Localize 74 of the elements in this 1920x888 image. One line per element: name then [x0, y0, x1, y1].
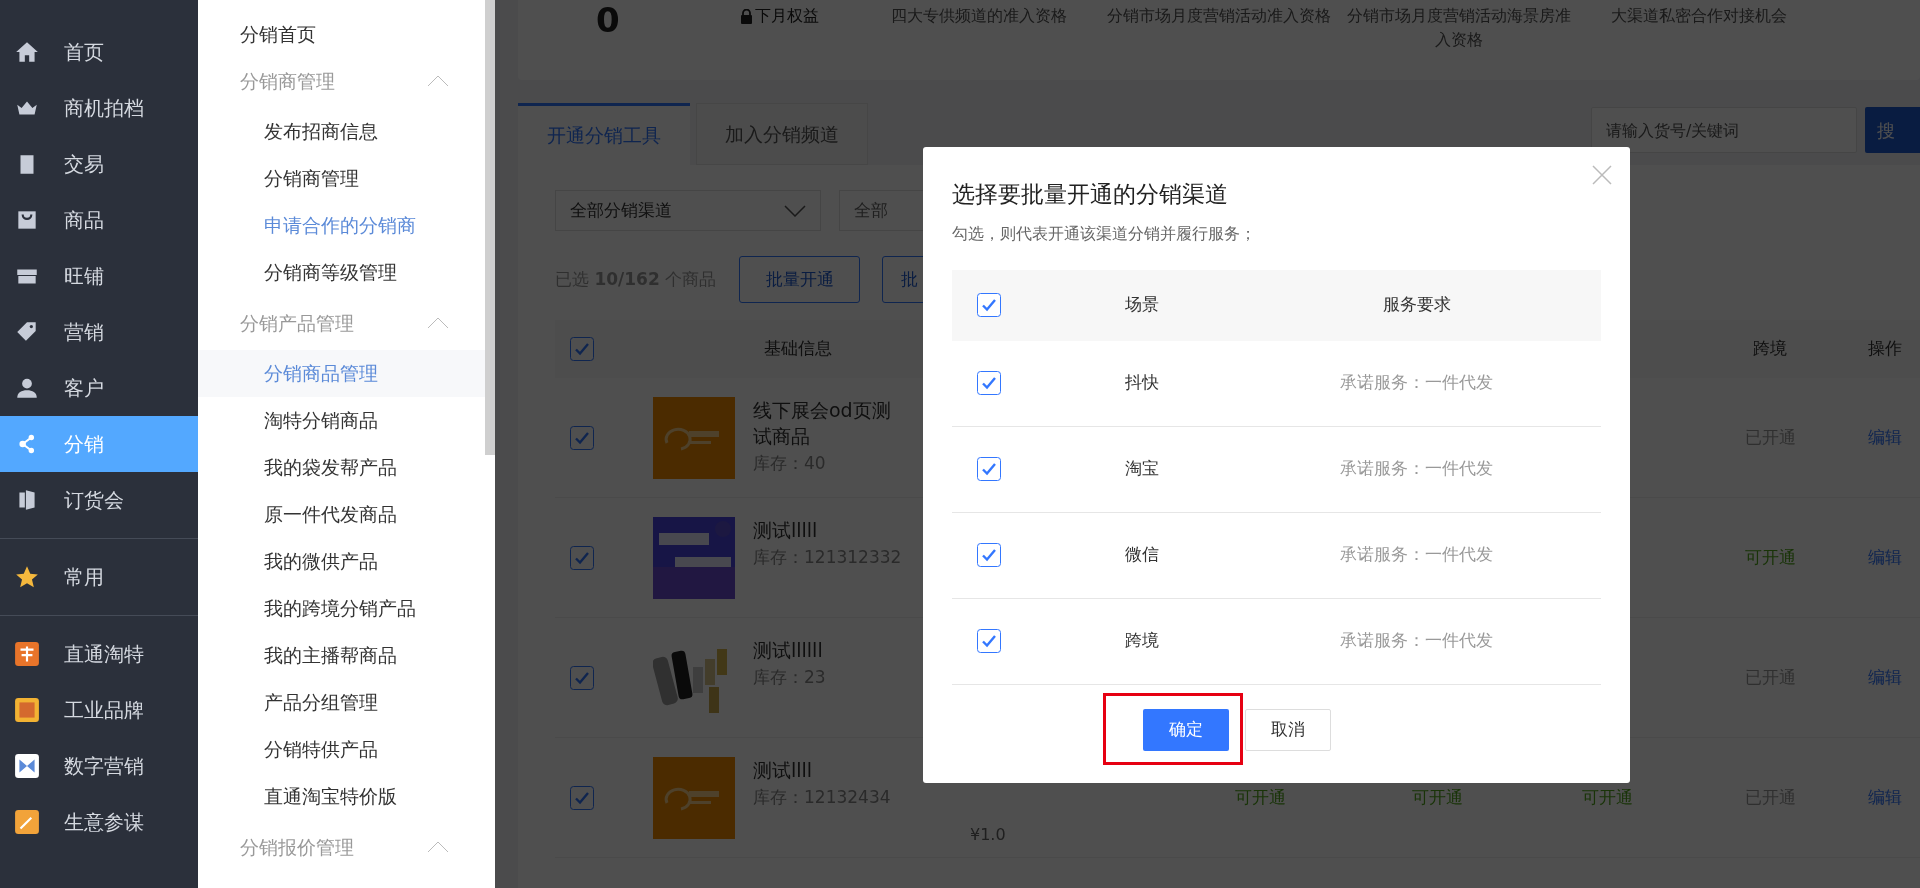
- sidebar-item[interactable]: 旺铺: [0, 248, 198, 304]
- sidebar-item[interactable]: 交易: [0, 136, 198, 192]
- chevron-icon: [427, 841, 449, 853]
- submenu-item[interactable]: 申请合作的分销商: [198, 202, 485, 249]
- scene-text: 抖快: [1125, 371, 1159, 395]
- status-text: 可开通: [1412, 786, 1463, 807]
- dialog-subtitle: 勾选，则代表开通该渠道分销并履行服务；: [952, 222, 1257, 245]
- chevron-icon: [427, 317, 449, 329]
- sidebar-item[interactable]: 商品: [0, 192, 198, 248]
- sidebar-item[interactable]: 直通淘特: [0, 626, 198, 682]
- submenu-item[interactable]: 我的跨境分销产品: [198, 585, 485, 632]
- scene-text: 跨境: [1125, 629, 1159, 653]
- chevron-down-icon: [784, 204, 806, 217]
- star-icon: [14, 564, 40, 590]
- confirm-button[interactable]: 确定: [1142, 708, 1229, 751]
- checkbox[interactable]: [570, 545, 594, 570]
- submenu-item[interactable]: 我的主播帮商品: [198, 632, 485, 679]
- scene-text: 微信: [1125, 543, 1159, 567]
- lock-icon: [739, 8, 753, 24]
- checkbox[interactable]: [977, 371, 1001, 395]
- status-text: 可开通: [1234, 786, 1286, 807]
- product-name: 测试llll: [753, 757, 814, 783]
- sidebar-item[interactable]: 常用: [0, 549, 198, 605]
- scene-text: 淘宝: [1125, 457, 1159, 481]
- sidebar-item[interactable]: 商机拍档: [0, 80, 198, 136]
- submenu-item[interactable]: 分销商管理: [198, 155, 485, 202]
- requirement-text: 承诺服务：一件代发: [1340, 457, 1493, 481]
- butterfly-icon: [14, 753, 40, 779]
- checkbox[interactable]: [977, 629, 1001, 653]
- checkbox[interactable]: [570, 665, 594, 690]
- column-header: 服务要求: [1382, 293, 1451, 317]
- submenu-item[interactable]: 直通淘宝特价版: [198, 773, 485, 820]
- dialog-title: 选择要批量开通的分销渠道: [952, 180, 1229, 209]
- column-header: 场景: [1125, 293, 1159, 317]
- submenu-item[interactable]: 原一件代发商品: [198, 491, 485, 538]
- sidebar-item[interactable]: 订货会: [0, 472, 198, 528]
- product-name: 线下展会od页测试商品: [753, 397, 892, 449]
- requirement-text: 承诺服务：一件代发: [1340, 371, 1493, 395]
- submenu-link[interactable]: 分销首页: [198, 14, 485, 54]
- chevron-icon: [427, 75, 449, 87]
- sidebar-item[interactable]: 营销: [0, 304, 198, 360]
- requirement-text: 承诺服务：一件代发: [1340, 543, 1493, 567]
- product-name: 测试lllll: [753, 517, 819, 543]
- requirement-text: 承诺服务：一件代发: [1340, 629, 1493, 653]
- submenu-item[interactable]: 发布招商信息: [198, 108, 485, 155]
- sidebar-item[interactable]: 客户: [0, 360, 198, 416]
- cancel-button[interactable]: 取消: [1244, 708, 1331, 751]
- checkbox[interactable]: [570, 785, 594, 810]
- stat-value: 0: [596, 0, 620, 40]
- close-icon[interactable]: [1592, 165, 1612, 185]
- submenu-item[interactable]: 我的微供产品: [198, 538, 485, 585]
- badge-icon: [14, 697, 40, 723]
- checkbox[interactable]: [977, 457, 1001, 481]
- product-name: 测试llllll: [753, 637, 824, 663]
- submenu-item[interactable]: 分销商等级管理: [198, 249, 485, 296]
- column-header: 跨境: [1753, 337, 1787, 361]
- checkbox[interactable]: [977, 543, 1001, 567]
- checkbox[interactable]: [977, 293, 1001, 317]
- submenu-item[interactable]: 淘特分销商品: [198, 397, 485, 444]
- sidebar-item[interactable]: 数字营销: [0, 738, 198, 794]
- status-text: 可开通: [1582, 786, 1633, 807]
- locked-benefit: 下月权益: [739, 4, 819, 28]
- submenu-item[interactable]: 分销特供产品: [198, 726, 485, 773]
- checkbox[interactable]: [570, 337, 594, 361]
- checkbox[interactable]: [570, 425, 594, 450]
- badge-icon: [14, 641, 40, 667]
- status-text: 可开通: [1744, 545, 1796, 569]
- submenu-item[interactable]: 产品分组管理: [198, 679, 485, 726]
- column-header: 操作: [1868, 337, 1902, 361]
- submenu-item[interactable]: 我的袋发帮产品: [198, 444, 485, 491]
- sidebar-item[interactable]: 工业品牌: [0, 682, 198, 738]
- sidebar-item[interactable]: 生意参谋: [0, 794, 198, 850]
- sidebar-item[interactable]: 首页: [0, 24, 198, 80]
- column-header: 基础信息: [763, 337, 832, 361]
